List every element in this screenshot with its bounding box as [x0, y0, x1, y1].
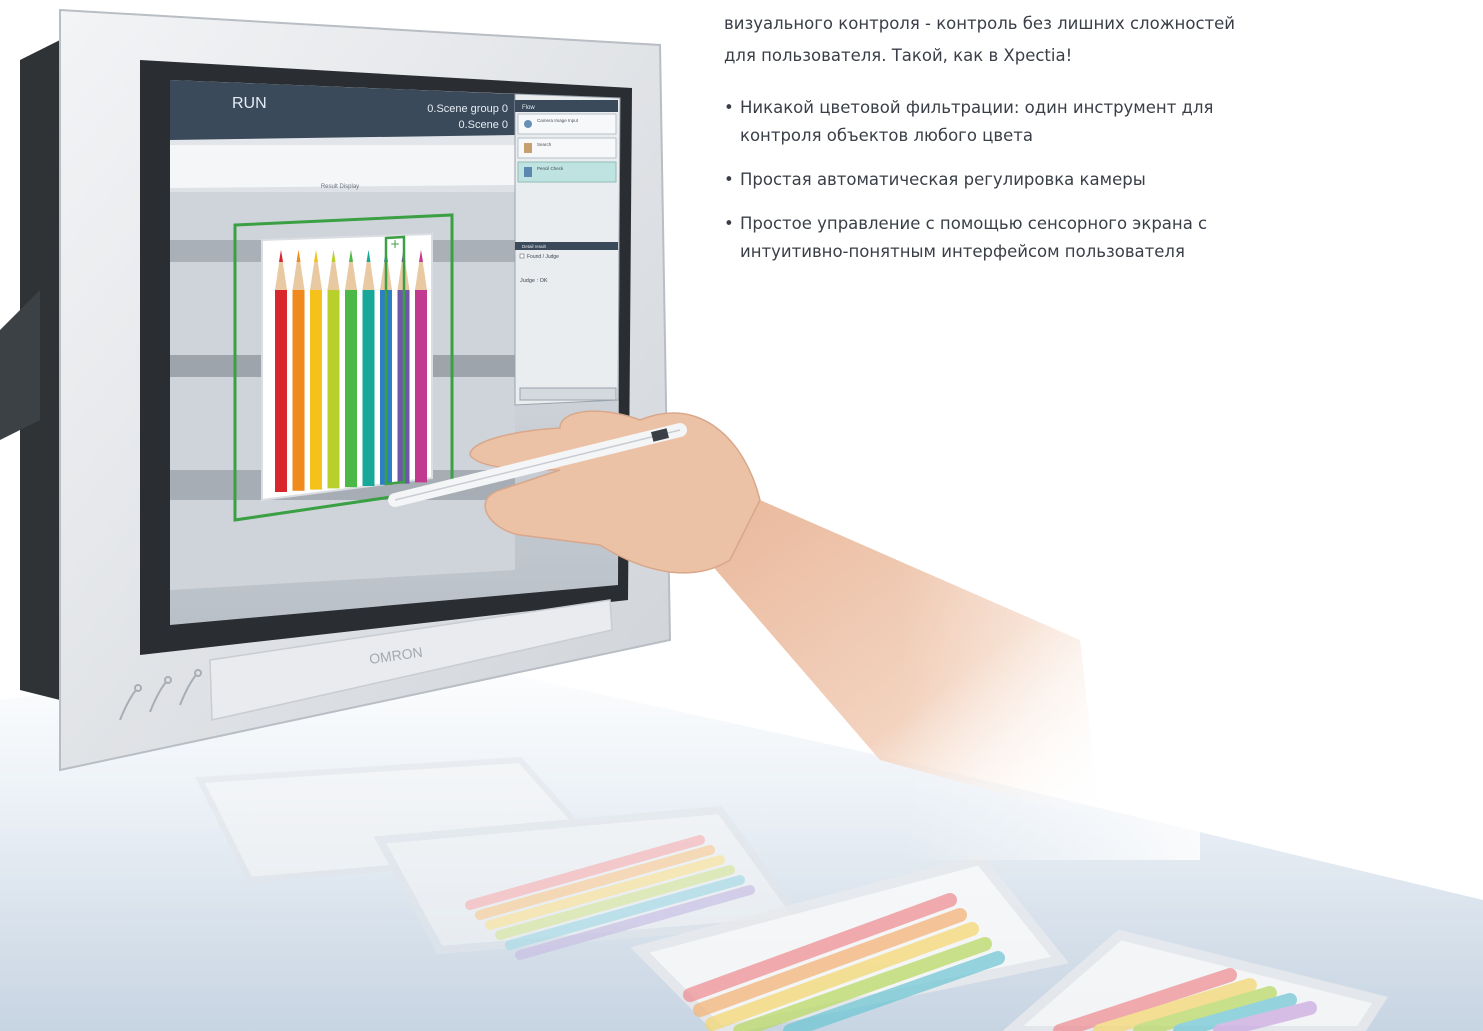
- svg-text:Pencil Check: Pencil Check: [537, 166, 564, 171]
- hmi-screen: RUN 0.Scene group 0 0.Scene 0 Result Dis…: [170, 80, 621, 625]
- found-checkbox[interactable]: [519, 253, 525, 259]
- feature-item: Простая автоматическая регулировка камер…: [724, 166, 1270, 194]
- camera-icon: [524, 120, 532, 128]
- intro-line-1: визуального контроля - контроль без лишн…: [724, 14, 1236, 33]
- roi-crosshair-icon: +: [390, 237, 400, 251]
- scene-label: 0.Scene 0: [458, 119, 508, 131]
- pencil-body: [415, 290, 427, 483]
- feature-list: Никакой цветовой фильтрации: один инстру…: [724, 94, 1444, 266]
- feature-item: Никакой цветовой фильтрации: один инстру…: [724, 94, 1270, 150]
- search-icon: [524, 143, 532, 153]
- scene-group-label: 0.Scene group 0: [427, 103, 508, 115]
- found-judge-label: Found / Judge: [527, 254, 559, 260]
- result-display-title: Result Display: [321, 184, 359, 190]
- pencil-body: [292, 290, 305, 491]
- flow-item[interactable]: Pencil Check: [517, 161, 617, 183]
- svg-text:Camera Image Input: Camera Image Input: [537, 118, 579, 123]
- intro-line-2: для пользователя. Такой, как в Xpectia!: [724, 46, 1073, 65]
- pencil-body: [327, 290, 340, 489]
- pencil-check-icon: [524, 167, 532, 177]
- pencil-body: [362, 290, 375, 486]
- svg-text:Search: Search: [537, 142, 552, 147]
- toolbar-strip[interactable]: [170, 145, 515, 188]
- pencil-body: [275, 290, 287, 492]
- description: визуального контроля - контроль без лишн…: [724, 8, 1444, 282]
- feature-item: Простое управление с помощью сенсорного …: [724, 210, 1280, 266]
- detail-panel-title: Detail result: [522, 244, 547, 249]
- flow-item[interactable]: Camera Image Input: [517, 113, 617, 135]
- run-mode-label: RUN: [232, 95, 267, 112]
- judge-result: Judge : OK: [520, 278, 548, 284]
- flow-panel-title: Flow: [522, 105, 535, 111]
- pencil-body: [310, 290, 322, 490]
- flow-item[interactable]: Search: [517, 137, 617, 159]
- panel-button[interactable]: [519, 387, 617, 401]
- pencil-body: [345, 290, 357, 488]
- monitor-side: [0, 40, 60, 700]
